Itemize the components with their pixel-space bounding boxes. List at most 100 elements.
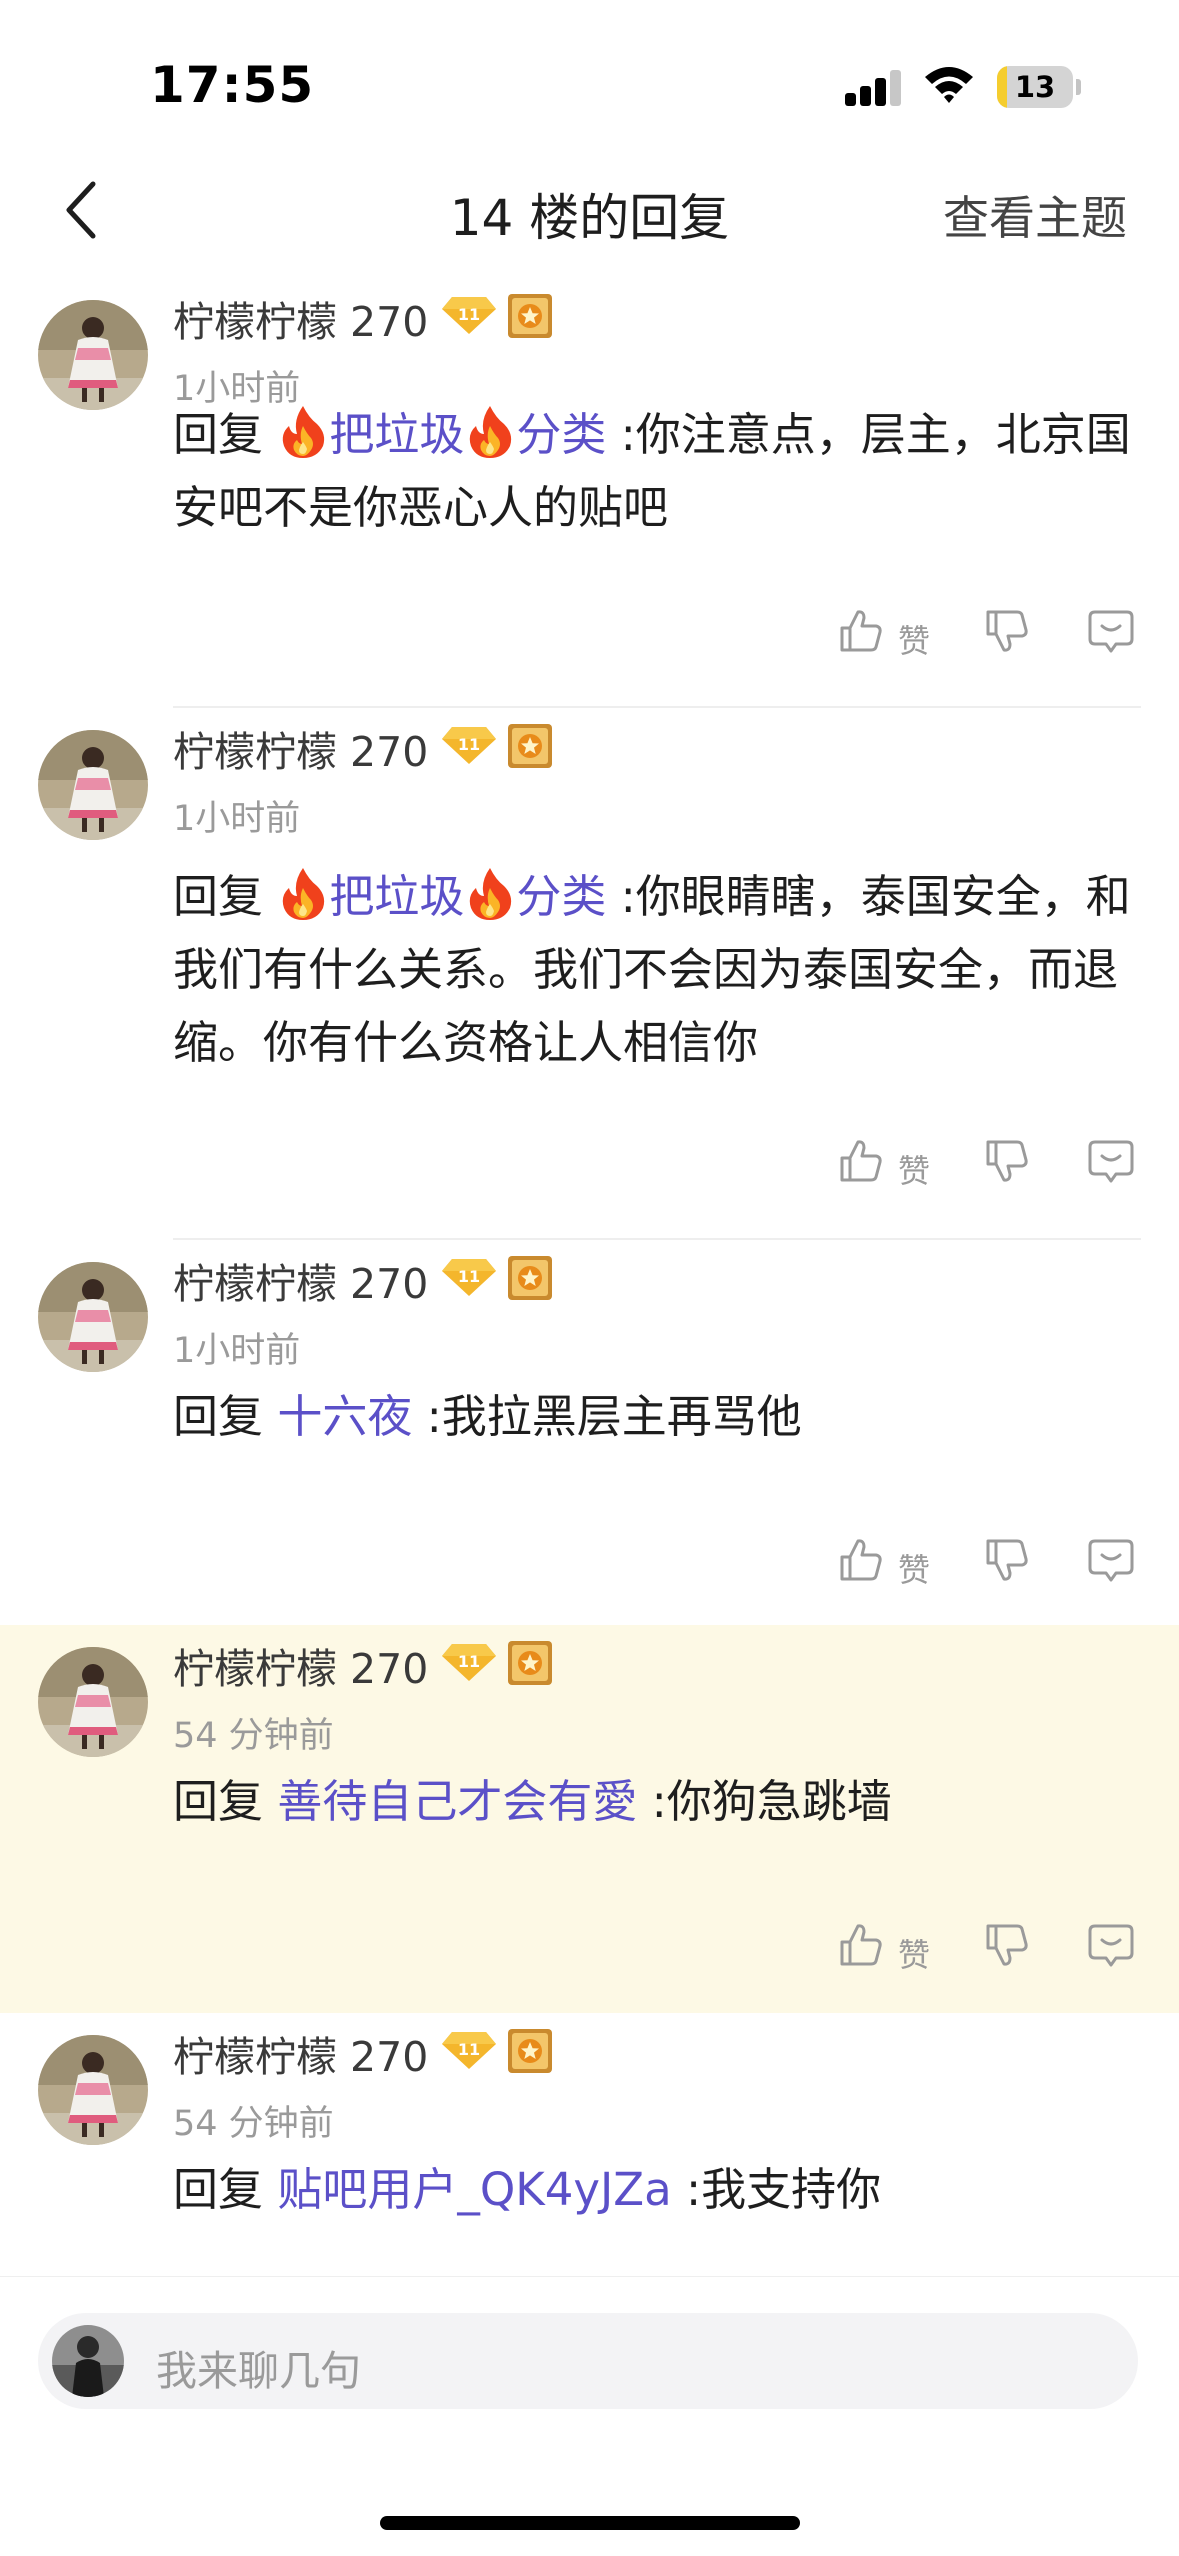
home-indicator	[380, 2516, 800, 2530]
battery-indicator: 13	[997, 66, 1081, 108]
vip-badge-icon: 11	[442, 727, 497, 764]
svg-text:11: 11	[458, 2040, 480, 2059]
dislike-button[interactable]	[982, 1535, 1032, 1595]
thumbs-up-icon	[840, 1140, 882, 1182]
like-label: 赞	[898, 1551, 931, 1589]
reply-content: 回复 善待自己才会有愛 :你狗急跳墙	[173, 1765, 1143, 1838]
mentioned-user[interactable]: 分类	[516, 870, 606, 923]
comment-icon	[1088, 1924, 1134, 1967]
mentioned-user[interactable]: 善待自己才会有愛	[277, 1775, 637, 1828]
comment-icon	[1088, 610, 1134, 653]
reply-page: 17:55 13 14 楼的回复 查看主题 柠檬柠檬 270 11 1小时前 回…	[0, 0, 1179, 2556]
user-avatar[interactable]	[38, 2035, 148, 2145]
like-button[interactable]: 赞	[836, 1920, 930, 1980]
reply-actions: 赞	[0, 1136, 1179, 1196]
comment-input[interactable]: 我来聊几句	[38, 2313, 1138, 2409]
reply-button[interactable]	[1086, 1136, 1136, 1196]
like-button[interactable]: 赞	[836, 606, 930, 666]
reply-button[interactable]	[1086, 1535, 1136, 1595]
dislike-button[interactable]	[982, 1920, 1032, 1980]
vip-badge-icon: 11	[442, 2032, 497, 2069]
user-avatar[interactable]	[38, 1262, 148, 1372]
mentioned-user[interactable]: 十六夜	[277, 1390, 412, 1443]
vip-badge-icon: 11	[442, 1259, 497, 1296]
vip-badge-icon: 11	[442, 1644, 497, 1681]
like-label: 赞	[898, 622, 931, 660]
dislike-button[interactable]	[982, 606, 1032, 666]
mentioned-user[interactable]: 分类	[516, 408, 606, 461]
reply-text: :我支持你	[671, 2163, 882, 2216]
reply-prefix: 回复	[173, 870, 278, 923]
mentioned-user[interactable]: 把垃圾	[329, 408, 464, 461]
reply-prefix: 回复	[173, 1775, 278, 1828]
level-badge-icon	[508, 294, 553, 338]
reply-item: 柠檬柠檬 270 11 1小时前 回复 十六夜 :我拉黑层主再骂他 赞	[0, 1240, 1179, 1625]
wifi-icon	[925, 67, 973, 103]
reply-content: 回复 把垃圾 分类 :你眼睛瞎，泰国安全，和我们有什么关系。我们不会因为泰国安全，…	[173, 860, 1143, 1079]
username[interactable]: 柠檬柠檬 270	[173, 1250, 428, 1310]
username[interactable]: 柠檬柠檬 270	[173, 2023, 428, 2083]
thumbs-down-icon	[986, 610, 1028, 652]
like-button[interactable]: 赞	[836, 1535, 930, 1595]
thumbs-down-icon	[986, 1140, 1028, 1182]
svg-text:11: 11	[458, 735, 480, 754]
reply-button[interactable]	[1086, 1920, 1136, 1980]
user-avatar[interactable]	[38, 300, 148, 410]
fire-icon	[283, 868, 325, 920]
username[interactable]: 柠檬柠檬 270	[173, 718, 428, 778]
reply-content: 回复 把垃圾 分类 :你注意点，层主，北京国安吧不是你恶心人的贴吧	[173, 398, 1143, 544]
level-badge-icon	[508, 724, 553, 768]
mentioned-user[interactable]: 贴吧用户_QK4yJZa	[277, 2163, 671, 2216]
username[interactable]: 柠檬柠檬 270	[173, 288, 428, 348]
reply-button[interactable]	[1086, 606, 1136, 666]
reply-content: 回复 贴吧用户_QK4yJZa :我支持你	[173, 2153, 1143, 2226]
thumbs-up-icon	[840, 610, 882, 652]
user-avatar[interactable]	[38, 730, 148, 840]
nav-bar: 14 楼的回复 查看主题	[0, 160, 1179, 260]
reply-actions: 赞	[0, 1535, 1179, 1595]
thumbs-up-icon	[840, 1539, 882, 1581]
reply-text: :我拉黑层主再骂他	[412, 1390, 802, 1443]
status-time: 17:55	[150, 56, 315, 114]
reply-content: 回复 十六夜 :我拉黑层主再骂他	[173, 1380, 1143, 1453]
fire-icon	[470, 406, 512, 458]
mentioned-user[interactable]: 把垃圾	[329, 870, 464, 923]
svg-text:11: 11	[458, 305, 480, 324]
bottom-bar: 我来聊几句	[0, 2276, 1179, 2556]
view-topic-link[interactable]: 查看主题	[943, 182, 1127, 248]
username[interactable]: 柠檬柠檬 270	[173, 1635, 428, 1695]
thumbs-down-icon	[986, 1539, 1028, 1581]
dislike-button[interactable]	[982, 1136, 1032, 1196]
like-button[interactable]: 赞	[836, 1136, 930, 1196]
reply-prefix: 回复	[173, 408, 278, 461]
comment-icon	[1088, 1539, 1134, 1582]
user-avatar[interactable]	[38, 1647, 148, 1757]
vip-badge-icon: 11	[442, 297, 497, 334]
battery-percent: 13	[1014, 70, 1056, 104]
thumbs-down-icon	[986, 1924, 1028, 1966]
like-label: 赞	[898, 1936, 931, 1974]
reply-item: 柠檬柠檬 270 11 1小时前 回复 把垃圾 分类 :你眼睛瞎，泰国安全，和我们…	[0, 708, 1179, 1240]
level-badge-icon	[508, 1641, 553, 1685]
fire-icon	[283, 406, 325, 458]
comment-placeholder: 我来聊几句	[156, 2347, 361, 2395]
post-time: 54 分钟前	[173, 1716, 334, 1756]
post-time: 1小时前	[173, 799, 301, 839]
my-avatar	[52, 2325, 124, 2397]
reply-item: 柠檬柠檬 270 11 1小时前 回复 把垃圾 分类 :你注意点，层主，北京国安吧…	[0, 278, 1179, 708]
cellular-signal-icon	[845, 70, 903, 106]
svg-text:11: 11	[458, 1652, 480, 1671]
level-badge-icon	[508, 1256, 553, 1300]
reply-actions: 赞	[0, 1920, 1179, 1980]
status-bar: 17:55 13	[0, 0, 1179, 150]
level-badge-icon	[508, 2029, 553, 2073]
post-time: 1小时前	[173, 1331, 301, 1371]
comment-icon	[1088, 1140, 1134, 1183]
reply-item: 柠檬柠檬 270 11 54 分钟前 回复 善待自己才会有愛 :你狗急跳墙 赞	[0, 1625, 1179, 2013]
reply-text: :你狗急跳墙	[637, 1775, 892, 1828]
thumbs-up-icon	[840, 1924, 882, 1966]
reply-prefix: 回复	[173, 1390, 278, 1443]
reply-item: 柠檬柠檬 270 11 54 分钟前 回复 贴吧用户_QK4yJZa :我支持你	[0, 2013, 1179, 2278]
like-label: 赞	[898, 1152, 931, 1190]
reply-actions: 赞	[0, 606, 1179, 666]
